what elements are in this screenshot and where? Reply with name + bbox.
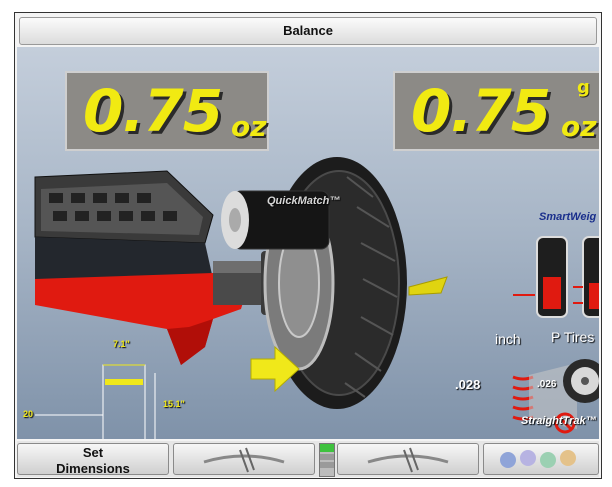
bottom-toolbar: Set Dimensions xyxy=(17,441,599,477)
tire-type-label: P Tires xyxy=(551,329,595,345)
set-dimensions-button[interactable]: Set Dimensions xyxy=(17,443,169,476)
set-dimensions-label-1: Set xyxy=(82,445,104,460)
runout-left-value: .028 xyxy=(455,377,481,392)
rim-diameter-label: 15.1" xyxy=(163,399,185,409)
smartweight-label: SmartWeig xyxy=(539,211,597,223)
balancer-illustration xyxy=(34,157,599,439)
rim-offset-label: 20 xyxy=(23,409,34,419)
left-plane-weight-button[interactable] xyxy=(173,443,315,475)
wheel-plane-icon-2 xyxy=(367,447,449,473)
rim-width-label: 7.1" xyxy=(113,339,130,349)
straighttrak-label: StraightTrak™ L xyxy=(521,415,599,427)
runout-unit-label: inch xyxy=(495,331,521,347)
wheel-plane-icon xyxy=(203,447,285,473)
weight-options-icon xyxy=(500,450,576,468)
plane-indicator xyxy=(319,443,335,477)
runout-right-value: .026 xyxy=(537,379,557,390)
quickmatch-label: QuickMatch™ xyxy=(267,195,341,207)
set-dimensions-label-2: Dimensions xyxy=(56,461,130,476)
right-plane-weight-button[interactable] xyxy=(337,443,479,475)
balance-scene: 0.75 oz 0.75 oz g QuickMatch™ SmartWeig … xyxy=(17,47,599,439)
window-title: Balance xyxy=(19,17,597,45)
app-window: Balance 0.75 oz 0.75 oz g QuickMatch™ Sm… xyxy=(14,12,602,479)
weight-mode-button[interactable] xyxy=(483,443,599,475)
